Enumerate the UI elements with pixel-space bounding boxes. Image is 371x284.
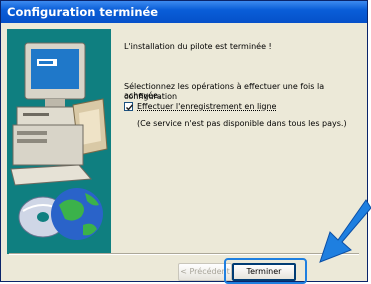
finish-button-highlight xyxy=(224,258,307,284)
wizard-illustration xyxy=(7,29,111,254)
pointer-arrow xyxy=(319,199,371,263)
online-registration-label[interactable]: Effectuer l'enregistrement en ligne xyxy=(137,102,276,112)
window-title: Configuration terminée xyxy=(7,5,159,19)
select-operations-text-line1: Sélectionnez les opérations à effectuer … xyxy=(124,82,325,101)
install-complete-text: L'installation du pilote est terminée ! xyxy=(124,42,272,51)
computer-illustration xyxy=(7,29,111,254)
installer-window: Configuration terminée L'installation du… xyxy=(0,0,368,282)
select-operations-text-line2: achevée. xyxy=(124,91,161,100)
online-registration-checkbox[interactable] xyxy=(124,102,134,111)
title-bar: Configuration terminée xyxy=(1,1,367,23)
button-divider xyxy=(9,253,359,255)
checkmark-icon xyxy=(126,104,134,111)
service-availability-note: (Ce service n'est pas disponible dans to… xyxy=(137,119,347,128)
